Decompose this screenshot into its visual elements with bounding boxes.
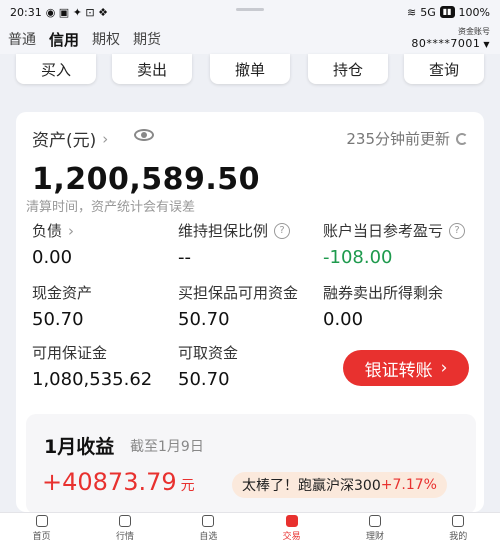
sell-button[interactable]: 卖出 xyxy=(112,54,192,84)
monthly-income-panel[interactable]: 1月收益 截至1月9日 +40873.79 元 太棒了！跑赢沪深300 +7.17% xyxy=(26,414,476,514)
asset-title: 资产(元) xyxy=(32,131,97,151)
wealth-icon xyxy=(368,515,381,527)
metric-label: 账户当日参考盈亏 xyxy=(323,222,444,240)
update-time: 235分钟前更新 xyxy=(346,130,450,148)
positions-button[interactable]: 持仓 xyxy=(308,54,388,84)
metric-collateral-buy-funds: 买担保品可用资金 50.70 xyxy=(178,282,298,330)
bank-transfer-button[interactable]: 银证转账 › xyxy=(343,350,469,386)
metric-value: 50.70 xyxy=(178,369,230,390)
bank-transfer-label: 银证转账 xyxy=(364,360,433,381)
battery-level: 100% xyxy=(458,5,490,19)
nav-market[interactable]: 行情 xyxy=(83,513,166,544)
cancel-order-button[interactable]: 撤单 xyxy=(210,54,290,84)
asset-title-link[interactable]: 资产(元) › xyxy=(32,126,109,152)
tab-normal[interactable]: 普通 xyxy=(8,29,36,49)
status-time: 20:31 xyxy=(10,5,42,19)
metric-label: 现金资产 xyxy=(32,284,93,302)
income-amount: +40873.79 xyxy=(42,468,177,496)
metric-short-sale-proceeds: 融券卖出所得剩余 0.00 xyxy=(323,282,443,330)
refresh-area[interactable]: 235分钟前更新 xyxy=(346,128,468,149)
account-selector[interactable]: 资金账号 80****7001 ▼ xyxy=(411,26,490,50)
nav-label: 自选 xyxy=(199,532,218,542)
status-bar: 20:31 ◉ ▣ ✦ ⊡ ❖ ≋ 5G ▮▮ 100% xyxy=(0,0,500,24)
badge-text: 太棒了！跑赢沪深300 xyxy=(242,478,381,494)
nav-label: 首页 xyxy=(32,532,51,542)
nav-wealth[interactable]: 理财 xyxy=(333,513,416,544)
user-icon xyxy=(452,515,465,527)
metric-value: -- xyxy=(178,247,191,268)
nav-watchlist[interactable]: 自选 xyxy=(167,513,250,544)
tab-options[interactable]: 期权 xyxy=(92,29,120,49)
action-bar: 买入 卖出 撤单 持仓 查询 xyxy=(0,54,500,88)
metric-liabilities[interactable]: 负债 › 0.00 xyxy=(32,220,75,269)
tab-credit[interactable]: 信用 xyxy=(49,29,79,50)
metric-value: 50.70 xyxy=(32,309,84,330)
account-label: 资金账号 xyxy=(458,27,490,36)
chevron-right-icon: › xyxy=(68,221,75,240)
nav-trade[interactable]: 交易 xyxy=(250,513,333,544)
income-unit: 元 xyxy=(180,478,195,494)
nav-label: 我的 xyxy=(449,532,468,542)
buy-button[interactable]: 买入 xyxy=(16,54,96,84)
metric-maintenance-ratio: 维持担保比例? -- xyxy=(178,220,291,268)
metric-value: -108.00 xyxy=(323,247,393,268)
metric-label: 融券卖出所得剩余 xyxy=(323,284,444,302)
metric-label: 负债 xyxy=(32,222,63,240)
battery-icon: ▮▮ xyxy=(439,6,455,18)
metric-label: 维持担保比例 xyxy=(178,222,269,240)
nav-label: 交易 xyxy=(282,532,301,542)
benchmark-badge: 太棒了！跑赢沪深300 +7.17% xyxy=(232,472,447,498)
settlement-note: 清算时间，资产统计会有误差 xyxy=(26,200,196,215)
nav-label: 理财 xyxy=(365,532,384,542)
chart-icon xyxy=(118,515,131,527)
notch-indicator xyxy=(236,8,264,11)
plus-icon xyxy=(202,515,215,527)
total-assets: 1,200,589.50 xyxy=(32,162,261,197)
account-number: 80****7001 xyxy=(411,37,481,50)
nav-home[interactable]: 首页 xyxy=(0,513,83,544)
metric-value: 0.00 xyxy=(32,247,73,268)
asset-card: 资产(元) › 235分钟前更新 1,200,589.50 清算时间，资产统计会… xyxy=(16,112,484,514)
eye-icon[interactable] xyxy=(134,129,154,141)
metric-available-margin: 可用保证金 1,080,535.62 xyxy=(32,342,152,390)
trade-icon xyxy=(285,515,298,527)
income-title: 1月收益 xyxy=(44,436,115,458)
badge-pct: +7.17% xyxy=(380,477,437,493)
chevron-down-icon: ▼ xyxy=(483,40,490,49)
refresh-icon xyxy=(456,132,468,145)
tab-futures[interactable]: 期货 xyxy=(133,29,161,49)
notification-icons: ◉ ▣ ✦ ⊡ ❖ xyxy=(45,5,108,19)
wifi-icon: ≋ xyxy=(406,5,417,19)
bottom-nav: 首页 行情 自选 交易 理财 我的 xyxy=(0,512,500,544)
metric-label: 可用保证金 xyxy=(32,344,108,362)
income-as-of: 截至1月9日 xyxy=(130,439,204,455)
metric-value: 1,080,535.62 xyxy=(32,369,153,390)
metric-withdrawable-funds: 可取资金 50.70 xyxy=(178,342,238,390)
nav-label: 行情 xyxy=(115,532,134,542)
metric-value: 50.70 xyxy=(178,309,230,330)
metric-cash-assets: 现金资产 50.70 xyxy=(32,282,92,330)
income-amount-row: +40873.79 元 xyxy=(42,468,195,496)
metric-label: 买担保品可用资金 xyxy=(178,284,299,302)
signal-icon: 5G xyxy=(420,5,436,19)
metric-daily-pnl: 账户当日参考盈亏? -108.00 xyxy=(323,220,466,268)
chevron-right-icon: › xyxy=(102,129,109,148)
query-button[interactable]: 查询 xyxy=(404,54,484,84)
chevron-right-icon: › xyxy=(440,358,448,378)
help-icon[interactable]: ? xyxy=(274,222,291,239)
metric-label: 可取资金 xyxy=(178,344,239,362)
home-icon xyxy=(35,515,48,527)
metric-value: 0.00 xyxy=(323,309,364,330)
trade-type-tabs: 普通 信用 期权 期货 资金账号 80****7001 ▼ xyxy=(0,24,500,54)
nav-profile[interactable]: 我的 xyxy=(417,513,500,544)
help-icon[interactable]: ? xyxy=(449,222,466,239)
